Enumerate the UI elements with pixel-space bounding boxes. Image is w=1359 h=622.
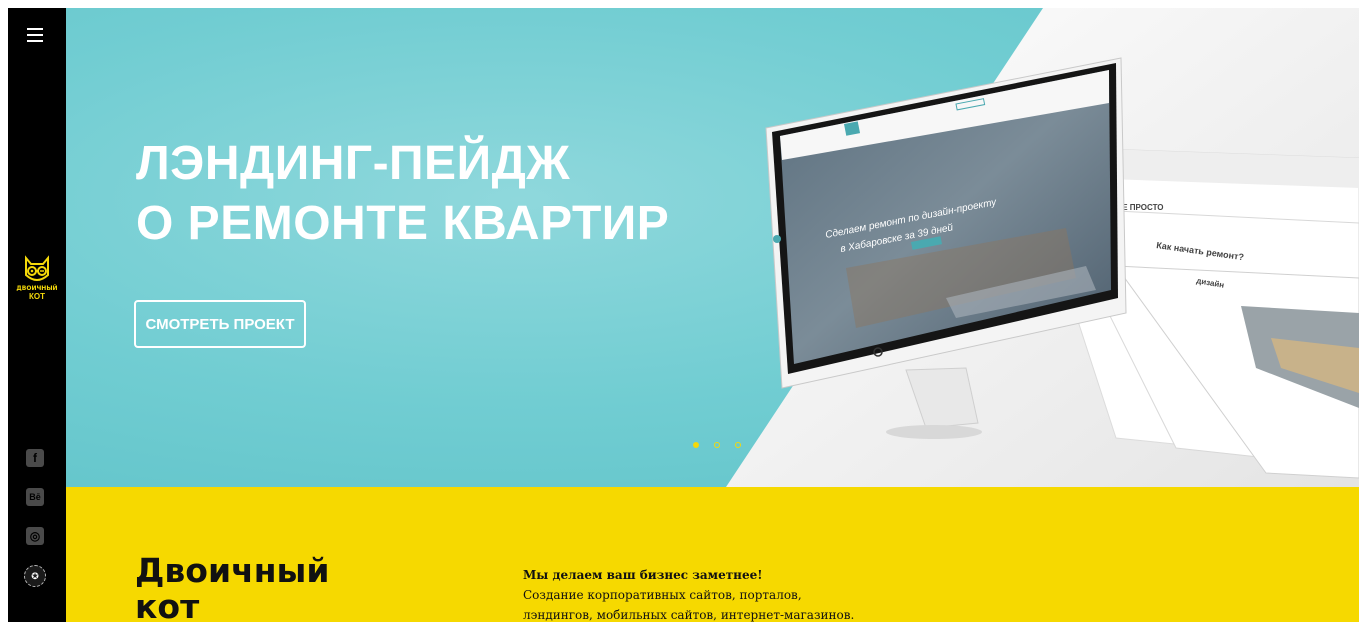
- brand-title: Двоичный кот: [135, 553, 330, 622]
- page-frame: ДВОИЧНЫЙ КОТ f Bē ◎ ✪ ВСЕ ПРОСТО Как нач…: [8, 8, 1359, 622]
- about-text-line2: лэндингов, мобильных сайтов, интернет-ма…: [523, 608, 855, 622]
- slider-pagination: [693, 435, 756, 453]
- brand-title-line2: кот: [135, 587, 200, 622]
- slide-dot-3[interactable]: [735, 442, 741, 448]
- about-description: Мы делаем ваш бизнес заметнее! Создание …: [523, 565, 854, 622]
- slide-dot-2[interactable]: [714, 442, 720, 448]
- hamburger-icon[interactable]: [27, 28, 43, 42]
- logo-text-line1: ДВОИЧНЫЙ: [16, 285, 58, 292]
- slide-dot-1[interactable]: [693, 442, 699, 448]
- instagram-icon[interactable]: ◎: [26, 527, 44, 545]
- brand-title-line1: Двоичный: [135, 551, 330, 590]
- logo[interactable]: ДВОИЧНЫЙ КОТ: [15, 255, 59, 301]
- logo-text-line2: КОТ: [29, 292, 45, 301]
- hero-title-line2: О РЕМОНТЕ КВАРТИР: [136, 197, 670, 250]
- facebook-icon[interactable]: f: [26, 449, 44, 467]
- hero-title: ЛЭНДИНГ-ПЕЙДЖ О РЕМОНТЕ КВАРТИР: [136, 134, 669, 254]
- hero-slider: ВСЕ ПРОСТО Как начать ремонт? дизайн Сде…: [66, 8, 1359, 487]
- round-badge-icon[interactable]: ✪: [24, 565, 46, 587]
- hero-title-line1: ЛЭНДИНГ-ПЕЙДЖ: [136, 137, 571, 190]
- sidebar: ДВОИЧНЫЙ КОТ f Bē ◎ ✪: [8, 8, 66, 622]
- view-project-button[interactable]: СМОТРЕТЬ ПРОЕКТ: [134, 300, 306, 348]
- cat-glasses-icon: [25, 255, 49, 281]
- about-tagline: Мы делаем ваш бизнес заметнее!: [523, 568, 763, 582]
- about-section: Двоичный кот Мы делаем ваш бизнес заметн…: [66, 487, 1359, 622]
- about-text-line1: Создание корпоративных сайтов, порталов,: [523, 588, 802, 602]
- behance-icon[interactable]: Bē: [26, 488, 44, 506]
